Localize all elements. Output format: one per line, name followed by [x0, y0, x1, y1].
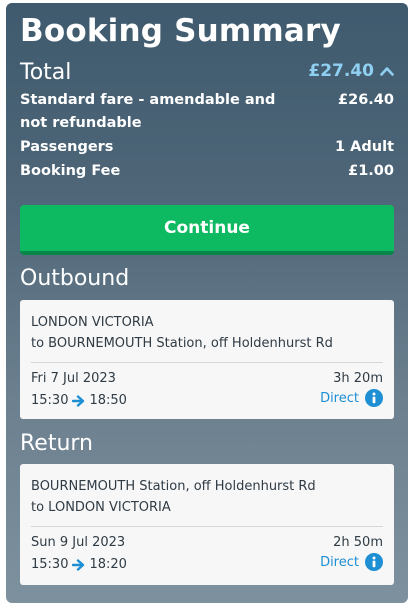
outbound-depart-time: 15:30 [31, 393, 69, 408]
fare-row: Standard fare - amendable and not refund… [20, 89, 394, 135]
outbound-from: LONDON VICTORIA [31, 315, 154, 330]
passengers-value: 1 Adult [335, 139, 394, 155]
passengers-row: Passengers 1 Adult [20, 136, 394, 159]
total-label: Total [20, 60, 72, 85]
outbound-route: LONDON VICTORIA to BOURNEMOUTH Station, … [31, 312, 333, 354]
divider [31, 526, 383, 527]
arrow-right-icon [72, 394, 85, 407]
return-route: BOURNEMOUTH Station, off Holdenhurst Rd … [31, 476, 316, 518]
return-to: to LONDON VICTORIA [31, 500, 171, 515]
return-heading: Return [20, 431, 94, 456]
outbound-journey-type: Direct [320, 390, 359, 406]
fare-value: £26.40 [338, 92, 394, 108]
total-toggle[interactable]: £27.40 [308, 61, 394, 81]
total-value: £27.40 [308, 61, 374, 81]
continue-button[interactable]: Continue [20, 205, 394, 255]
return-direct-info[interactable]: Direct [320, 553, 383, 571]
passengers-label: Passengers [20, 139, 114, 155]
booking-summary-panel: Booking Summary Total £27.40 Standard fa… [6, 3, 408, 603]
return-times: 15:30 18:20 [31, 557, 127, 572]
arrow-right-icon [72, 558, 85, 571]
return-date: Sun 9 Jul 2023 [31, 535, 126, 550]
info-icon [365, 389, 383, 407]
outbound-date: Fri 7 Jul 2023 [31, 371, 116, 386]
chevron-up-icon [380, 67, 394, 76]
return-arrive-time: 18:20 [89, 557, 127, 572]
outbound-times: 15:30 18:50 [31, 393, 127, 408]
outbound-journey-card: LONDON VICTORIA to BOURNEMOUTH Station, … [20, 300, 394, 419]
booking-fee-row: Booking Fee £1.00 [20, 160, 394, 183]
page-title: Booking Summary [20, 13, 341, 49]
outbound-heading: Outbound [20, 266, 130, 291]
booking-fee-label: Booking Fee [20, 163, 121, 179]
outbound-arrive-time: 18:50 [89, 393, 127, 408]
divider [31, 362, 383, 363]
return-from: BOURNEMOUTH Station, off Holdenhurst Rd [31, 479, 316, 494]
return-depart-time: 15:30 [31, 557, 69, 572]
return-duration: 2h 50m [333, 535, 383, 550]
outbound-duration: 3h 20m [333, 371, 383, 386]
info-icon [365, 553, 383, 571]
outbound-to: to BOURNEMOUTH Station, off Holdenhurst … [31, 336, 333, 351]
fare-label: Standard fare - amendable and not refund… [20, 92, 276, 131]
return-journey-card: BOURNEMOUTH Station, off Holdenhurst Rd … [20, 464, 394, 585]
booking-fee-value: £1.00 [348, 163, 394, 179]
outbound-direct-info[interactable]: Direct [320, 389, 383, 407]
return-journey-type: Direct [320, 554, 359, 570]
